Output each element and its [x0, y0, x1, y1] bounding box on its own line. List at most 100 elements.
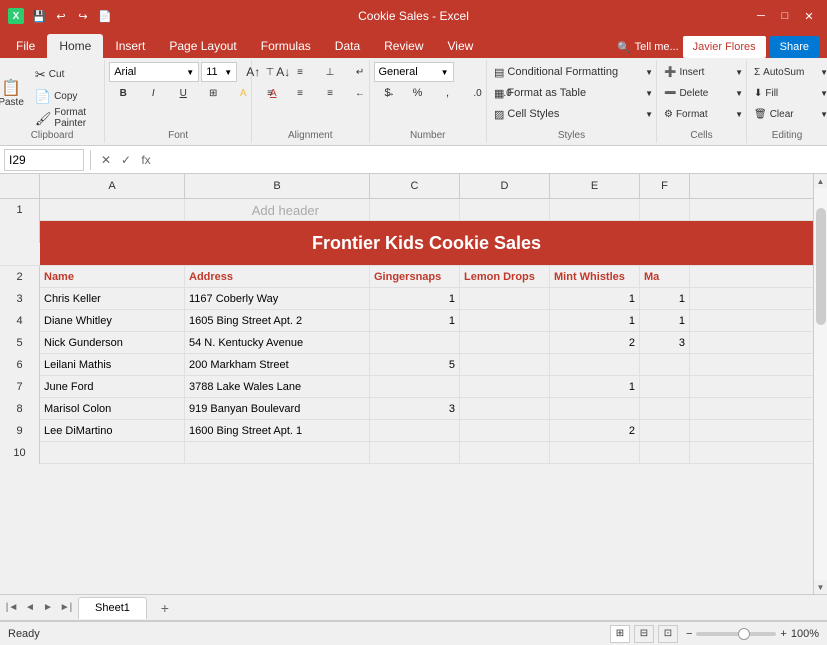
percent-button[interactable]: %	[404, 83, 432, 103]
comma-button[interactable]: ,	[434, 83, 462, 103]
page-layout-view-button[interactable]: ⊟	[634, 625, 654, 643]
cell-c9[interactable]	[370, 420, 460, 442]
font-family-dropdown[interactable]: Arial ▼	[109, 62, 199, 82]
cell-c1[interactable]	[370, 199, 460, 221]
format-painter-button[interactable]: 🖌Format Painter	[32, 108, 112, 128]
cell-d4[interactable]	[460, 310, 550, 332]
cell-a4[interactable]: Diane Whitley	[40, 310, 185, 332]
border-button[interactable]: ⊞	[199, 83, 227, 103]
font-size-dropdown[interactable]: 11 ▼	[201, 62, 237, 82]
cell-c5[interactable]	[370, 332, 460, 354]
insert-button[interactable]: ➕ Insert ▼	[661, 62, 746, 82]
delete-button[interactable]: ➖ Delete ▼	[661, 83, 746, 103]
cell-c2[interactable]: Gingersnaps	[370, 266, 460, 288]
cell-e8[interactable]	[550, 398, 640, 420]
last-sheet-button[interactable]: ►|	[58, 600, 74, 616]
share-button[interactable]: Share	[770, 36, 819, 58]
cell-a6[interactable]: Leilani Mathis	[40, 354, 185, 376]
cell-a2[interactable]: Name	[40, 266, 185, 288]
cell-b3[interactable]: 1167 Coberly Way	[185, 288, 370, 310]
tab-home[interactable]: Home	[47, 34, 103, 58]
autosum-button[interactable]: Σ AutoSum ▼	[751, 62, 827, 82]
zoom-thumb[interactable]	[738, 628, 750, 640]
paste-button[interactable]: 📋 Paste	[0, 62, 30, 126]
maximize-button[interactable]: □	[775, 6, 795, 26]
accounting-button[interactable]: $	[374, 83, 402, 103]
format-button[interactable]: ⚙ Format ▼	[661, 104, 746, 124]
cell-a9[interactable]: Lee DiMartino	[40, 420, 185, 442]
col-header-a[interactable]: A	[40, 174, 185, 198]
tab-formulas[interactable]: Formulas	[249, 34, 323, 58]
cell-d3[interactable]	[460, 288, 550, 310]
scroll-track[interactable]	[814, 188, 827, 580]
normal-view-button[interactable]: ⊞	[610, 625, 630, 643]
cell-e6[interactable]	[550, 354, 640, 376]
confirm-formula-button[interactable]: ✓	[117, 151, 135, 169]
align-top-button[interactable]: ⊤	[256, 62, 284, 82]
cell-c8[interactable]: 3	[370, 398, 460, 420]
cell-a7[interactable]: June Ford	[40, 376, 185, 398]
cell-e9[interactable]: 2	[550, 420, 640, 442]
cell-d9[interactable]	[460, 420, 550, 442]
cell-b9[interactable]: 1600 Bing Street Apt. 1	[185, 420, 370, 442]
align-left-button[interactable]: ≡	[256, 83, 284, 103]
scroll-down-button[interactable]: ▼	[814, 580, 827, 594]
scroll-thumb[interactable]	[816, 208, 826, 326]
minimize-button[interactable]: ─	[751, 6, 771, 26]
cell-d2[interactable]: Lemon Drops	[460, 266, 550, 288]
cell-styles-button[interactable]: ▨ Cell Styles ▼	[491, 104, 656, 124]
undo-qat-button[interactable]: ↩	[52, 7, 70, 25]
cut-button[interactable]: ✂Cut	[32, 64, 112, 84]
align-right-button[interactable]: ≡	[316, 83, 344, 103]
clear-button[interactable]: 🗑 Clear ▼	[751, 104, 827, 124]
cell-d5[interactable]	[460, 332, 550, 354]
tab-review[interactable]: Review	[372, 34, 435, 58]
prev-sheet-button[interactable]: ◄	[22, 600, 38, 616]
col-header-b[interactable]: B	[185, 174, 370, 198]
cell-e1[interactable]	[550, 199, 640, 221]
cell-d7[interactable]	[460, 376, 550, 398]
function-button[interactable]: fx	[137, 151, 155, 169]
cell-f9[interactable]	[640, 420, 690, 442]
cell-b4[interactable]: 1605 Bing Street Apt. 2	[185, 310, 370, 332]
cell-e3[interactable]: 1	[550, 288, 640, 310]
tab-file[interactable]: File	[4, 34, 47, 58]
italic-button[interactable]: I	[139, 83, 167, 103]
underline-button[interactable]: U	[169, 83, 197, 103]
next-sheet-button[interactable]: ►	[40, 600, 56, 616]
format-as-table-button[interactable]: ▦ Format as Table ▼	[491, 83, 656, 103]
tab-data[interactable]: Data	[323, 34, 372, 58]
cell-b1[interactable]: Add header	[185, 199, 370, 221]
cell-a1[interactable]	[40, 199, 185, 221]
zoom-slider[interactable]	[696, 632, 776, 636]
cell-f10[interactable]	[640, 442, 690, 464]
cell-f8[interactable]	[640, 398, 690, 420]
cell-d1[interactable]	[460, 199, 550, 221]
align-center-button[interactable]: ≡	[286, 83, 314, 103]
tab-view[interactable]: View	[436, 34, 486, 58]
cell-f2[interactable]: Ma	[640, 266, 690, 288]
cell-b5[interactable]: 54 N. Kentucky Avenue	[185, 332, 370, 354]
cell-a3[interactable]: Chris Keller	[40, 288, 185, 310]
cell-c4[interactable]: 1	[370, 310, 460, 332]
cell-d6[interactable]	[460, 354, 550, 376]
cell-a5[interactable]: Nick Gunderson	[40, 332, 185, 354]
col-header-c[interactable]: C	[370, 174, 460, 198]
fill-button[interactable]: ⬇ Fill ▼	[751, 83, 827, 103]
cell-f3[interactable]: 1	[640, 288, 690, 310]
name-box[interactable]: I29	[4, 149, 84, 171]
first-sheet-button[interactable]: |◄	[4, 600, 20, 616]
cell-e10[interactable]	[550, 442, 640, 464]
tell-me-label[interactable]: Tell me...	[635, 41, 679, 53]
tab-page-layout[interactable]: Page Layout	[157, 34, 248, 58]
cell-b2[interactable]: Address	[185, 266, 370, 288]
col-header-d[interactable]: D	[460, 174, 550, 198]
number-format-dropdown[interactable]: General ▼	[374, 62, 454, 82]
cell-c3[interactable]: 1	[370, 288, 460, 310]
cell-e2[interactable]: Mint Whistles	[550, 266, 640, 288]
page-break-view-button[interactable]: ⊡	[658, 625, 678, 643]
align-bottom-button[interactable]: ⊥	[316, 62, 344, 82]
zoom-out-button[interactable]: −	[686, 628, 692, 640]
cell-a8[interactable]: Marisol Colon	[40, 398, 185, 420]
col-header-f[interactable]: F	[640, 174, 690, 198]
